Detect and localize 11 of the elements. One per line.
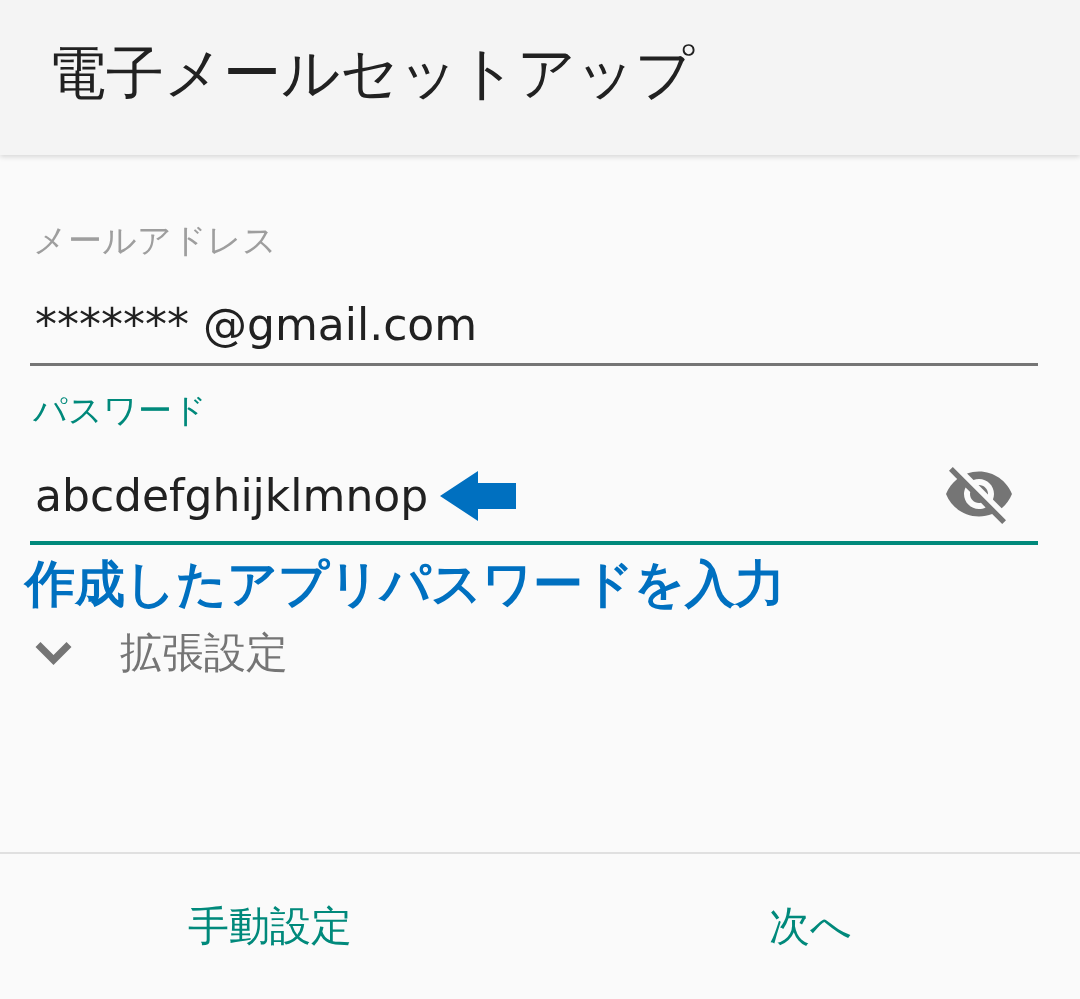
email-field[interactable]: ******* @gmail.com xyxy=(30,260,1038,366)
password-label: パスワード xyxy=(32,390,207,430)
next-button[interactable]: 次へ xyxy=(540,854,1080,999)
advanced-settings-toggle[interactable]: 拡張設定 xyxy=(30,629,288,677)
instruction-note: 作成したアプリパスワードを入力 xyxy=(25,556,785,612)
eye-slash-icon[interactable] xyxy=(946,467,1012,524)
manual-setup-button[interactable]: 手動設定 xyxy=(0,854,540,999)
email-label: メールアドレス xyxy=(32,220,277,260)
left-arrow-icon xyxy=(440,470,517,521)
screen-title: 電子メールセットアップ xyxy=(48,37,694,108)
password-field[interactable]: abcdefghijklmnop xyxy=(30,430,1038,545)
